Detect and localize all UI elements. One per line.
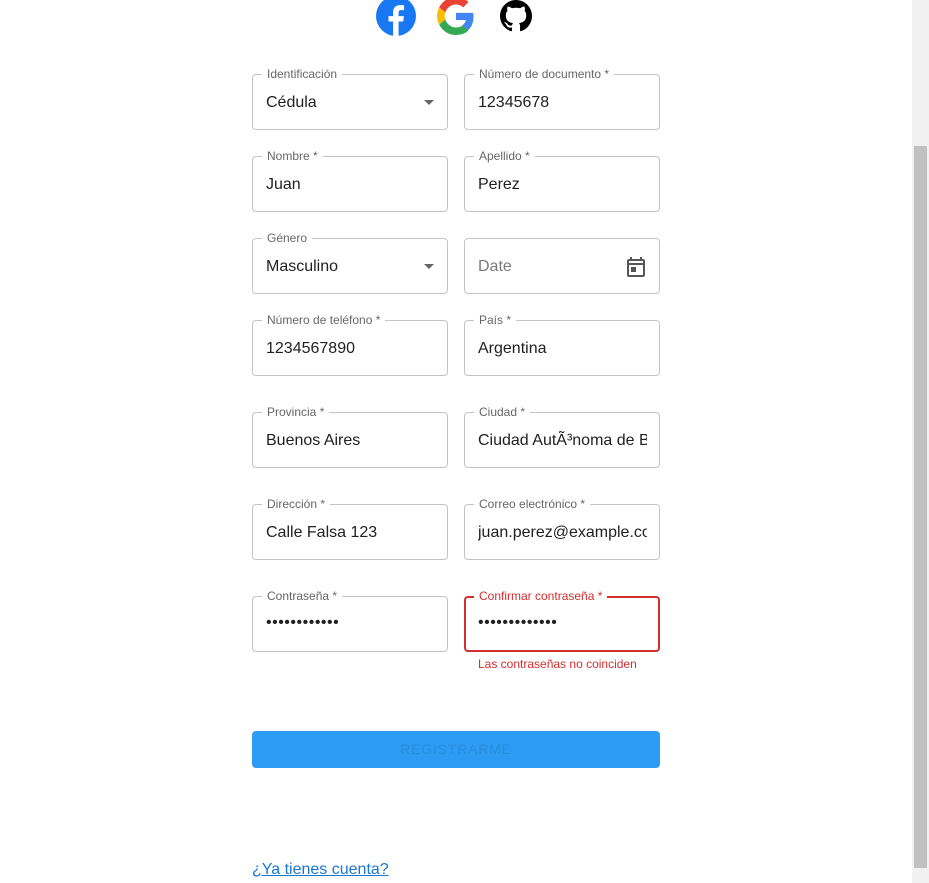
social-login-row: [0, 0, 912, 36]
password-mismatch-error: Las contraseñas no coinciden: [478, 657, 637, 671]
email-label: Correo electrónico *: [474, 496, 591, 512]
password-label: Contraseña *: [262, 588, 343, 604]
address-value: Calle Falsa 123: [266, 524, 378, 541]
register-button[interactable]: REGISTRARME: [252, 731, 660, 768]
country-label: País *: [474, 312, 517, 328]
last-name-field[interactable]: Apellido * Perez: [464, 148, 660, 212]
document-number-label: Número de documento *: [474, 66, 615, 82]
login-link[interactable]: ¿Ya tienes cuenta?: [252, 860, 389, 880]
password-value: ••••••••••••: [266, 614, 340, 631]
email-value: juan.perez@example.com: [478, 524, 647, 541]
gender-select[interactable]: Género Masculino: [252, 230, 448, 294]
last-name-label: Apellido *: [474, 148, 535, 164]
province-label: Provincia *: [262, 404, 330, 420]
phone-field[interactable]: Número de teléfono * 1234567890: [252, 312, 448, 376]
github-icon[interactable]: [500, 0, 532, 37]
email-field[interactable]: Correo electrónico * juan.perez@example.…: [464, 496, 660, 560]
first-name-field[interactable]: Nombre * Juan: [252, 148, 448, 212]
id-type-label: Identificación: [262, 66, 343, 82]
date-field[interactable]: Date: [464, 238, 660, 294]
gender-value: Masculino: [266, 258, 339, 275]
scrollbar-thumb[interactable]: [914, 146, 927, 868]
address-field[interactable]: Dirección * Calle Falsa 123: [252, 496, 448, 560]
scrollbar[interactable]: [912, 0, 929, 883]
id-type-value: Cédula: [266, 94, 317, 111]
document-number-value: 12345678: [478, 94, 550, 111]
gender-label: Género: [262, 230, 313, 246]
password-field[interactable]: Contraseña * ••••••••••••: [252, 588, 448, 652]
dropdown-arrow-icon[interactable]: [424, 264, 434, 269]
phone-value: 1234567890: [266, 340, 355, 357]
google-icon[interactable]: [437, 0, 475, 40]
province-value: Buenos Aires: [266, 432, 361, 449]
date-placeholder: Date: [478, 258, 512, 275]
address-label: Dirección *: [262, 496, 331, 512]
document-number-field[interactable]: Número de documento * 12345678: [464, 66, 660, 130]
first-name-value: Juan: [266, 176, 301, 193]
confirm-password-field[interactable]: Confirmar contraseña * •••••••••••••: [464, 588, 660, 652]
city-field[interactable]: Ciudad * Ciudad AutÃ³noma de Buenos Aire…: [464, 404, 660, 468]
phone-label: Número de teléfono *: [262, 312, 386, 328]
city-label: Ciudad *: [474, 404, 531, 420]
country-field[interactable]: País * Argentina: [464, 312, 660, 376]
country-value: Argentina: [478, 340, 547, 357]
dropdown-arrow-icon[interactable]: [424, 100, 434, 105]
confirm-password-value: •••••••••••••: [478, 614, 558, 631]
confirm-password-label: Confirmar contraseña *: [474, 588, 608, 604]
province-field[interactable]: Provincia * Buenos Aires: [252, 404, 448, 468]
city-value: Ciudad AutÃ³noma de Buenos Aires: [478, 432, 647, 449]
calendar-icon[interactable]: [624, 255, 648, 284]
facebook-icon[interactable]: [376, 0, 416, 41]
last-name-value: Perez: [478, 176, 520, 193]
register-button-label: REGISTRARME: [400, 741, 512, 757]
id-type-select[interactable]: Identificación Cédula: [252, 66, 448, 130]
first-name-label: Nombre *: [262, 148, 323, 164]
